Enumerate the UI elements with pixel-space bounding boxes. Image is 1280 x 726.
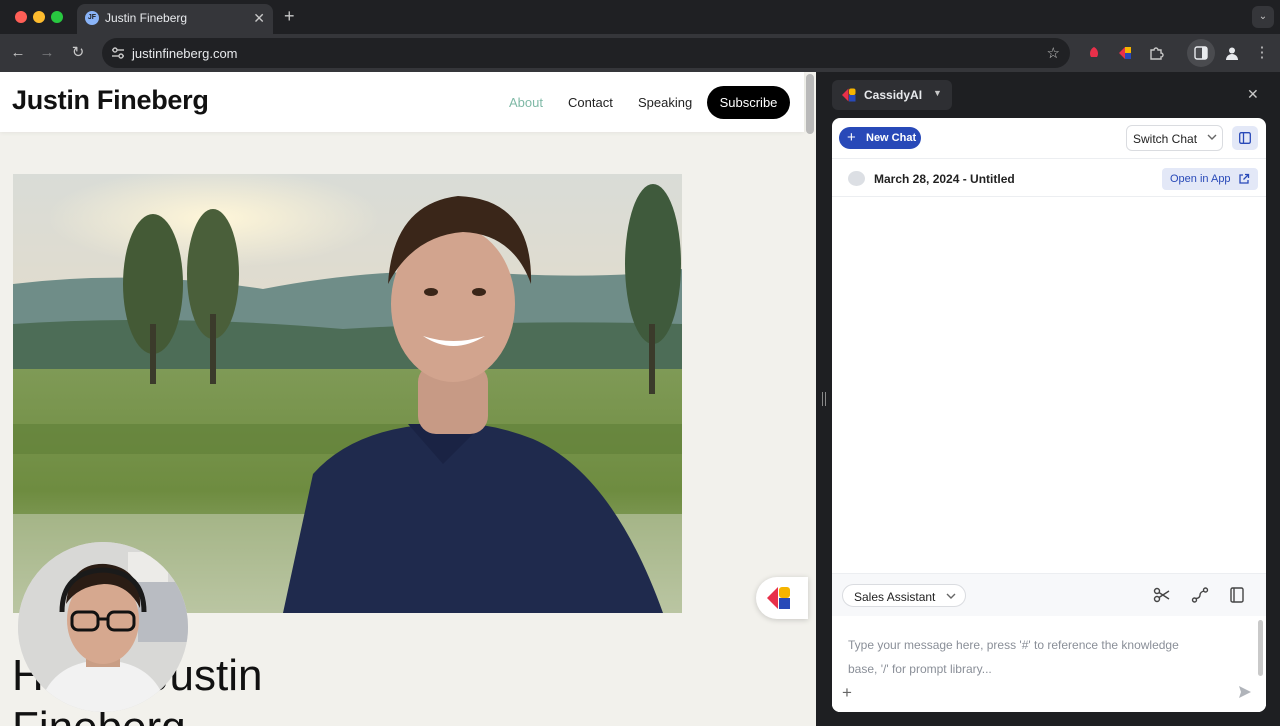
cassidy-launcher-button[interactable]	[756, 577, 808, 619]
address-bar[interactable]: justinfineberg.com ☆	[102, 38, 1070, 68]
site-settings-icon[interactable]	[111, 46, 125, 60]
switch-chat-label: Switch Chat	[1133, 132, 1198, 146]
close-side-panel-icon[interactable]: ✕	[1247, 86, 1259, 103]
site-title[interactable]: Justin Fineberg	[12, 85, 209, 116]
send-icon[interactable]	[1238, 685, 1252, 699]
side-panel-toggle-button[interactable]	[1187, 39, 1215, 67]
message-placeholder: Type your message here, press '#' to ref…	[848, 638, 1179, 676]
site-header: Justin Fineberg About Contact Speaking S…	[0, 72, 804, 132]
close-window-button[interactable]	[15, 11, 27, 23]
caret-down-icon: ▼	[933, 88, 942, 98]
assistant-label: Sales Assistant	[854, 590, 936, 604]
forward-arrow-icon[interactable]: →	[37, 43, 57, 63]
message-input-scrollbar[interactable]	[1258, 620, 1263, 676]
new-tab-button[interactable]: +	[284, 7, 295, 25]
back-arrow-icon[interactable]: ←	[8, 43, 28, 63]
browser-toolbar: ← → ↻ justinfineberg.com ☆ ⋮	[0, 34, 1280, 72]
chat-title: March 28, 2024 - Untitled	[874, 172, 1015, 186]
nav-link-contact[interactable]: Contact	[568, 95, 613, 110]
switch-chat-dropdown[interactable]: Switch Chat	[1126, 125, 1223, 151]
nav-link-speaking[interactable]: Speaking	[638, 95, 692, 110]
open-in-app-label: Open in App	[1170, 173, 1231, 185]
red-extension-icon[interactable]	[1086, 45, 1102, 61]
tab-search-chevron-icon[interactable]: ⌄	[1252, 6, 1274, 28]
external-link-icon	[1239, 173, 1250, 184]
current-chat-row[interactable]: March 28, 2024 - Untitled Open in App	[832, 158, 1266, 197]
chat-messages-area	[832, 198, 1266, 573]
cassidy-logo-icon	[767, 587, 790, 609]
open-in-app-button[interactable]: Open in App	[1162, 168, 1258, 190]
tab-close-icon[interactable]: ✕	[253, 10, 265, 26]
subscribe-button[interactable]: Subscribe	[707, 86, 790, 119]
tab-favicon-icon: JF	[85, 11, 99, 25]
new-chat-button[interactable]: + New Chat	[839, 127, 921, 149]
chevron-down-icon	[946, 593, 956, 599]
assistant-selector[interactable]: Sales Assistant	[842, 584, 966, 607]
chevron-down-icon	[1207, 134, 1217, 140]
route-icon[interactable]	[1191, 586, 1209, 604]
browser-tab-active[interactable]: JF Justin Fineberg ✕	[77, 4, 273, 34]
chat-panel-header: + New Chat Switch Chat	[832, 118, 1266, 158]
cassidy-logo-icon	[842, 88, 856, 102]
minimize-window-button[interactable]	[33, 11, 45, 23]
profile-avatar-icon[interactable]	[1224, 45, 1240, 61]
side-panel-app-name: CassidyAI	[864, 88, 923, 102]
panel-resize-handle[interactable]	[816, 72, 832, 726]
puzzle-extensions-icon[interactable]	[1148, 45, 1164, 61]
bookmark-star-icon[interactable]: ☆	[1047, 44, 1060, 62]
panel-layout-icon	[1239, 132, 1251, 144]
side-panel-topbar: CassidyAI ▼ ✕	[832, 72, 1280, 118]
address-url: justinfineberg.com	[132, 46, 238, 61]
presenter-webcam-overlay	[18, 542, 188, 712]
new-chat-label: New Chat	[866, 132, 917, 144]
resize-grip-icon	[822, 392, 826, 406]
cassidy-extension-icon[interactable]	[1117, 45, 1133, 61]
reload-icon[interactable]: ↻	[68, 43, 88, 63]
book-icon[interactable]	[1228, 586, 1246, 604]
scissors-icon[interactable]	[1153, 586, 1171, 604]
tab-title: Justin Fineberg	[105, 11, 188, 25]
panel-layout-button[interactable]	[1232, 126, 1258, 150]
chat-bubble-icon	[848, 171, 865, 186]
browser-tab-strip: JF Justin Fineberg ✕ + ⌄	[0, 0, 1280, 34]
browser-menu-icon[interactable]: ⋮	[1252, 43, 1272, 63]
cassidy-chat-panel: + New Chat Switch Chat March 28, 2024 - …	[832, 118, 1266, 712]
side-panel-app-selector[interactable]: CassidyAI ▼	[832, 80, 952, 110]
nav-link-about[interactable]: About	[509, 95, 543, 110]
hero-heading-line2: Fineberg	[12, 702, 262, 726]
attach-plus-icon[interactable]: +	[842, 684, 852, 702]
message-input[interactable]: Type your message here, press '#' to ref…	[832, 616, 1266, 712]
page-scrollbar[interactable]	[806, 74, 814, 134]
plus-icon: +	[847, 129, 856, 146]
side-panel-icon	[1194, 46, 1208, 60]
website-viewport: Justin Fineberg About Contact Speaking S…	[0, 72, 816, 726]
fullscreen-window-button[interactable]	[51, 11, 63, 23]
chat-composer: Sales Assistant Type your message here, …	[832, 573, 1266, 712]
